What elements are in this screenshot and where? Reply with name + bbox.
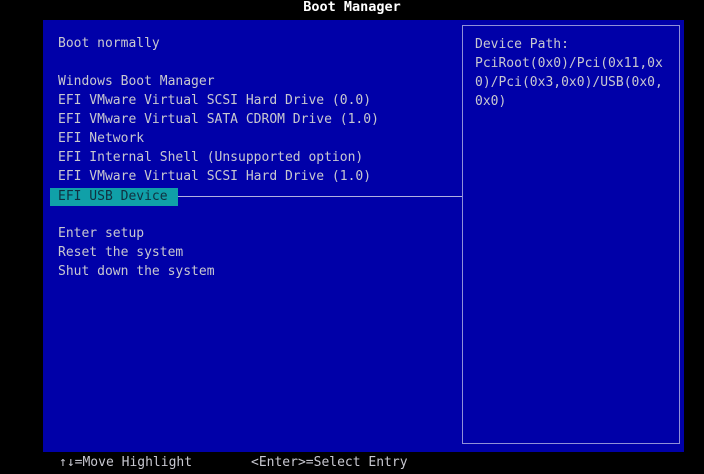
menu-item-selected-usb-device[interactable]: EFI USB Device	[50, 188, 178, 206]
window-title: Boot Manager	[303, 0, 401, 15]
device-path-line: 0)/Pci(0x3,0x0)/USB(0x0,	[475, 75, 663, 90]
menu-item-boot-entry[interactable]: Windows Boot Manager	[58, 73, 215, 91]
menu-item-boot-entry[interactable]: EFI VMware Virtual SATA CDROM Drive (1.0…	[58, 111, 379, 129]
menu-item-boot-entry[interactable]: EFI VMware Virtual SCSI Hard Drive (1.0)	[58, 168, 371, 186]
device-info-box: Device Path: PciRoot(0x0)/Pci(0x11,0x 0)…	[462, 25, 680, 444]
menu-item-boot-entry[interactable]: EFI Internal Shell (Unsupported option)	[58, 149, 363, 167]
menu-item-enter-setup[interactable]: Enter setup	[58, 225, 144, 243]
device-path-line: PciRoot(0x0)/Pci(0x11,0x	[475, 56, 663, 71]
device-path-label: Device Path:	[475, 37, 569, 52]
menu-item-reset[interactable]: Reset the system	[58, 244, 183, 262]
menu-item-boot-normally[interactable]: Boot normally	[58, 35, 160, 53]
footer-select-hint: <Enter>=Select Entry	[251, 455, 408, 470]
menu-item-boot-entry[interactable]: EFI VMware Virtual SCSI Hard Drive (0.0)	[58, 92, 371, 110]
menu-item-shutdown[interactable]: Shut down the system	[58, 263, 215, 281]
selection-connector-line	[178, 196, 462, 197]
device-path-line: 0x0)	[475, 94, 507, 109]
footer-move-hint: ↑↓=Move Highlight	[59, 455, 193, 470]
menu-item-boot-entry[interactable]: EFI Network	[58, 130, 144, 148]
